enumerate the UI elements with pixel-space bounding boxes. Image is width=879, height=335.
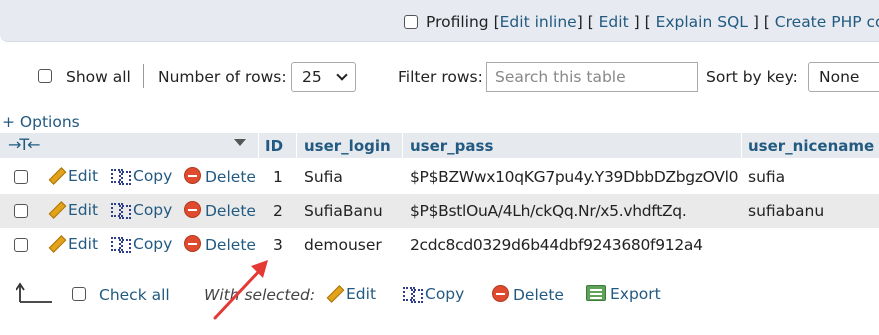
chevron-down-icon (336, 69, 348, 81)
cell-user-nicename: sufiabanu (748, 202, 825, 220)
column-header-id[interactable]: ID (265, 137, 283, 155)
show-all-checkbox[interactable] (38, 69, 52, 83)
table-row: Edit Copy Delete 1 Sufia $P$BZWwx10qKG7p… (0, 160, 879, 194)
pencil-icon (48, 201, 64, 217)
delete-icon (184, 167, 201, 184)
bulk-export-button[interactable]: Export (586, 285, 661, 303)
table-header: →T← ID user_login user_pass user_nicenam… (0, 133, 879, 159)
row-delete-button[interactable]: Delete (184, 167, 256, 186)
cell-user-pass: 2cdc8cd0329d6b44dbf9243680f912a4 (410, 236, 703, 254)
number-of-rows-label: Number of rows: (158, 68, 287, 86)
copy-icon (403, 285, 423, 303)
delete-icon (184, 235, 201, 252)
row-edit-button[interactable]: Edit (48, 167, 98, 185)
cell-user-login: demouser (304, 236, 382, 254)
sql-query-links: Profiling [Edit inline] [ Edit ] [ Expla… (404, 13, 879, 31)
row-edit-button[interactable]: Edit (48, 235, 98, 253)
row-checkbox[interactable] (14, 170, 28, 184)
pencil-icon (48, 167, 64, 183)
check-all-checkbox[interactable] (72, 287, 86, 301)
column-header-user-login[interactable]: user_login (304, 137, 391, 155)
cell-id: 1 (273, 168, 283, 186)
sql-query-toolbar: Profiling [Edit inline] [ Edit ] [ Expla… (0, 0, 879, 42)
row-checkbox[interactable] (14, 238, 28, 252)
sort-dropdown-icon[interactable] (234, 139, 246, 146)
column-header-user-nicename[interactable]: user_nicename (748, 137, 874, 155)
show-all-label: Show all (66, 68, 131, 86)
copy-icon (111, 235, 131, 253)
cell-user-login: Sufia (304, 168, 343, 186)
table-row: Edit Copy Delete 2 SufiaBanu $P$BstlOuA/… (0, 194, 879, 228)
cell-user-login: SufiaBanu (304, 202, 383, 220)
sort-by-key-select[interactable]: None (808, 62, 879, 92)
pencil-icon (326, 285, 342, 301)
delete-icon (184, 201, 201, 218)
bulk-actions-bar: Check all With selected: Edit Copy Delet… (0, 282, 879, 308)
row-delete-button[interactable]: Delete (184, 201, 256, 220)
copy-icon (111, 167, 131, 185)
navigation-controls: Show all Number of rows: 25 Filter rows:… (0, 62, 879, 92)
bulk-delete-button[interactable]: Delete (492, 285, 564, 304)
filter-rows-label: Filter rows: (398, 68, 483, 86)
explain-sql-link[interactable]: Explain SQL (656, 13, 748, 31)
bulk-copy-button[interactable]: Copy (403, 285, 464, 303)
row-copy-button[interactable]: Copy (111, 201, 172, 219)
cell-id: 2 (273, 202, 283, 220)
number-of-rows-select[interactable]: 25 (291, 62, 356, 92)
column-header-user-pass[interactable]: user_pass (410, 137, 493, 155)
cell-user-nicename: sufia (748, 168, 786, 186)
cell-user-pass: $P$BstlOuA/4Lh/ckQq.Nr/x5.vhdftZq. (410, 202, 687, 220)
with-selected-label: With selected: (204, 286, 316, 304)
options-link[interactable]: + Options (2, 113, 80, 131)
search-input[interactable]: Search this table (486, 62, 698, 92)
edit-sql-link[interactable]: Edit (599, 13, 629, 31)
delete-icon (492, 285, 509, 302)
row-edit-button[interactable]: Edit (48, 201, 98, 219)
row-copy-button[interactable]: Copy (111, 235, 172, 253)
profiling-label: Profiling (426, 13, 489, 31)
profiling-checkbox[interactable] (404, 15, 418, 29)
arrow-up-left-icon (16, 282, 52, 303)
cell-id: 3 (273, 236, 283, 254)
table-row: Edit Copy Delete 3 demouser 2cdc8cd0329d… (0, 228, 879, 262)
copy-icon (111, 201, 131, 219)
check-all-link[interactable]: Check all (99, 286, 170, 304)
pencil-icon (48, 235, 64, 251)
cell-user-pass: $P$BZWwx10qKG7pu4y.Y39DbbDZbgzOVl0 (410, 168, 739, 186)
row-delete-button[interactable]: Delete (184, 235, 256, 254)
divider (143, 64, 144, 88)
export-icon (586, 285, 606, 301)
sort-by-key-label: Sort by key: (706, 68, 798, 86)
row-checkbox[interactable] (14, 204, 28, 218)
create-php-code-link[interactable]: Create PHP code (775, 13, 879, 31)
bulk-edit-button[interactable]: Edit (326, 285, 376, 303)
column-resize-icon[interactable]: →T← (8, 135, 41, 154)
row-copy-button[interactable]: Copy (111, 167, 172, 185)
edit-inline-link[interactable]: Edit inline (500, 13, 577, 31)
